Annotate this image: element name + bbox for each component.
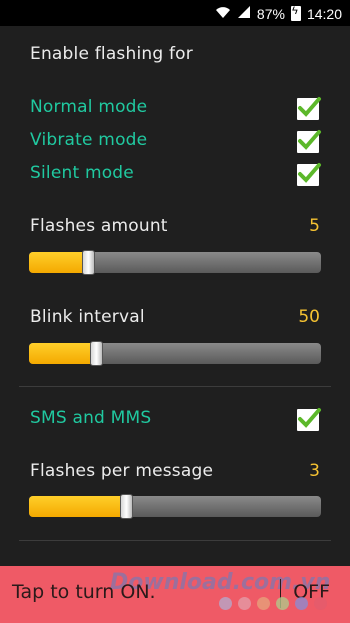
slider-thumb[interactable] [82,250,95,275]
flashes-amount-value: 5 [309,216,320,236]
clock: 14:20 [306,5,342,22]
check-icon [298,163,321,183]
vibrate-mode-checkbox[interactable] [297,130,321,153]
slider-thumb[interactable] [90,341,103,366]
blink-interval-label: Blink interval [30,307,145,327]
flashes-amount-slider[interactable] [29,250,321,275]
battery-charging-icon [290,5,301,21]
slider-fill [29,496,126,517]
toggle-bar[interactable]: Download.com.vn Tap to turn ON. OFF [0,566,350,623]
dot [314,597,327,610]
sms-mms-label: SMS and MMS [30,408,152,428]
dot [219,597,232,610]
flashes-per-message-slider[interactable] [29,494,321,519]
wifi-icon [215,5,231,22]
check-icon [298,97,321,117]
dot [276,597,289,610]
divider [19,540,331,541]
slider-fill [29,252,88,273]
vibrate-mode-label: Vibrate mode [30,130,148,150]
blink-interval-slider[interactable] [29,341,321,366]
signal-icon [237,5,251,22]
silent-mode-label: Silent mode [30,163,134,183]
blink-interval-value: 50 [298,307,320,327]
normal-mode-checkbox[interactable] [297,97,321,120]
watermark-dots [219,597,327,610]
slider-fill [29,343,96,364]
battery-percent: 87% [256,5,285,22]
normal-mode-label: Normal mode [30,97,148,117]
divider [19,386,331,387]
flashes-per-message-value: 3 [309,461,320,481]
check-icon [298,130,321,150]
sms-mms-checkbox[interactable] [297,408,321,431]
slider-thumb[interactable] [120,494,133,519]
flashes-amount-label: Flashes amount [30,216,168,236]
check-icon [298,408,321,428]
dot [257,597,270,610]
flashes-per-message-label: Flashes per message [30,461,214,481]
status-bar: 87% 14:20 [0,0,350,26]
dot [295,597,308,610]
section-header: Enable flashing for [30,44,193,64]
silent-mode-checkbox[interactable] [297,163,321,186]
dot [238,597,251,610]
tap-to-turn-on-label[interactable]: Tap to turn ON. [12,581,156,603]
